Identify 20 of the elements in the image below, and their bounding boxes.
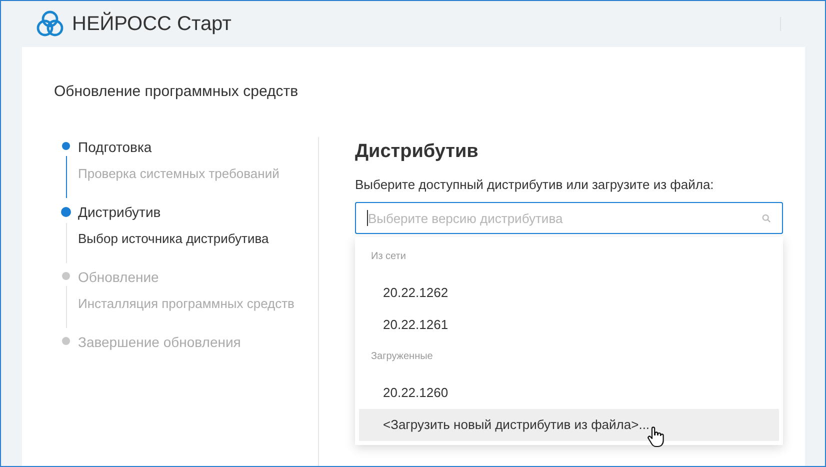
dropdown-option[interactable]: 20.22.1262 — [359, 277, 779, 309]
search-icon — [762, 214, 771, 223]
prompt-text: Выберите доступный дистрибутив или загрузите из файла: — [355, 177, 715, 192]
group-label: Загруженные — [370, 350, 434, 364]
step-title: Дистрибутив — [78, 203, 162, 222]
step-subtitle: Проверка системных требований — [78, 165, 280, 183]
app-title: НЕЙРОСС Старт — [72, 12, 232, 36]
step-title: Подготовка — [78, 138, 153, 157]
step-title: Обновление — [78, 268, 160, 287]
section-title: Дистрибутив — [355, 140, 480, 164]
group-label: Из сети — [370, 250, 407, 264]
dropdown-option[interactable]: 20.22.1261 — [359, 309, 779, 341]
dropdown-option[interactable]: <Загрузить новый дистрибутив из файла>... — [359, 409, 779, 441]
step-title: Завершение обновления — [78, 333, 242, 352]
step-subtitle: Инсталляция программных средств — [78, 295, 296, 313]
dropdown-option[interactable]: 20.22.1260 — [359, 377, 779, 409]
version-input[interactable]: Выберите версию дистрибутива — [355, 202, 783, 234]
step-subtitle: Выбор источника дистрибутива — [78, 230, 270, 248]
logo-icon — [36, 10, 64, 38]
page-title: Обновление программных средств — [53, 82, 300, 102]
